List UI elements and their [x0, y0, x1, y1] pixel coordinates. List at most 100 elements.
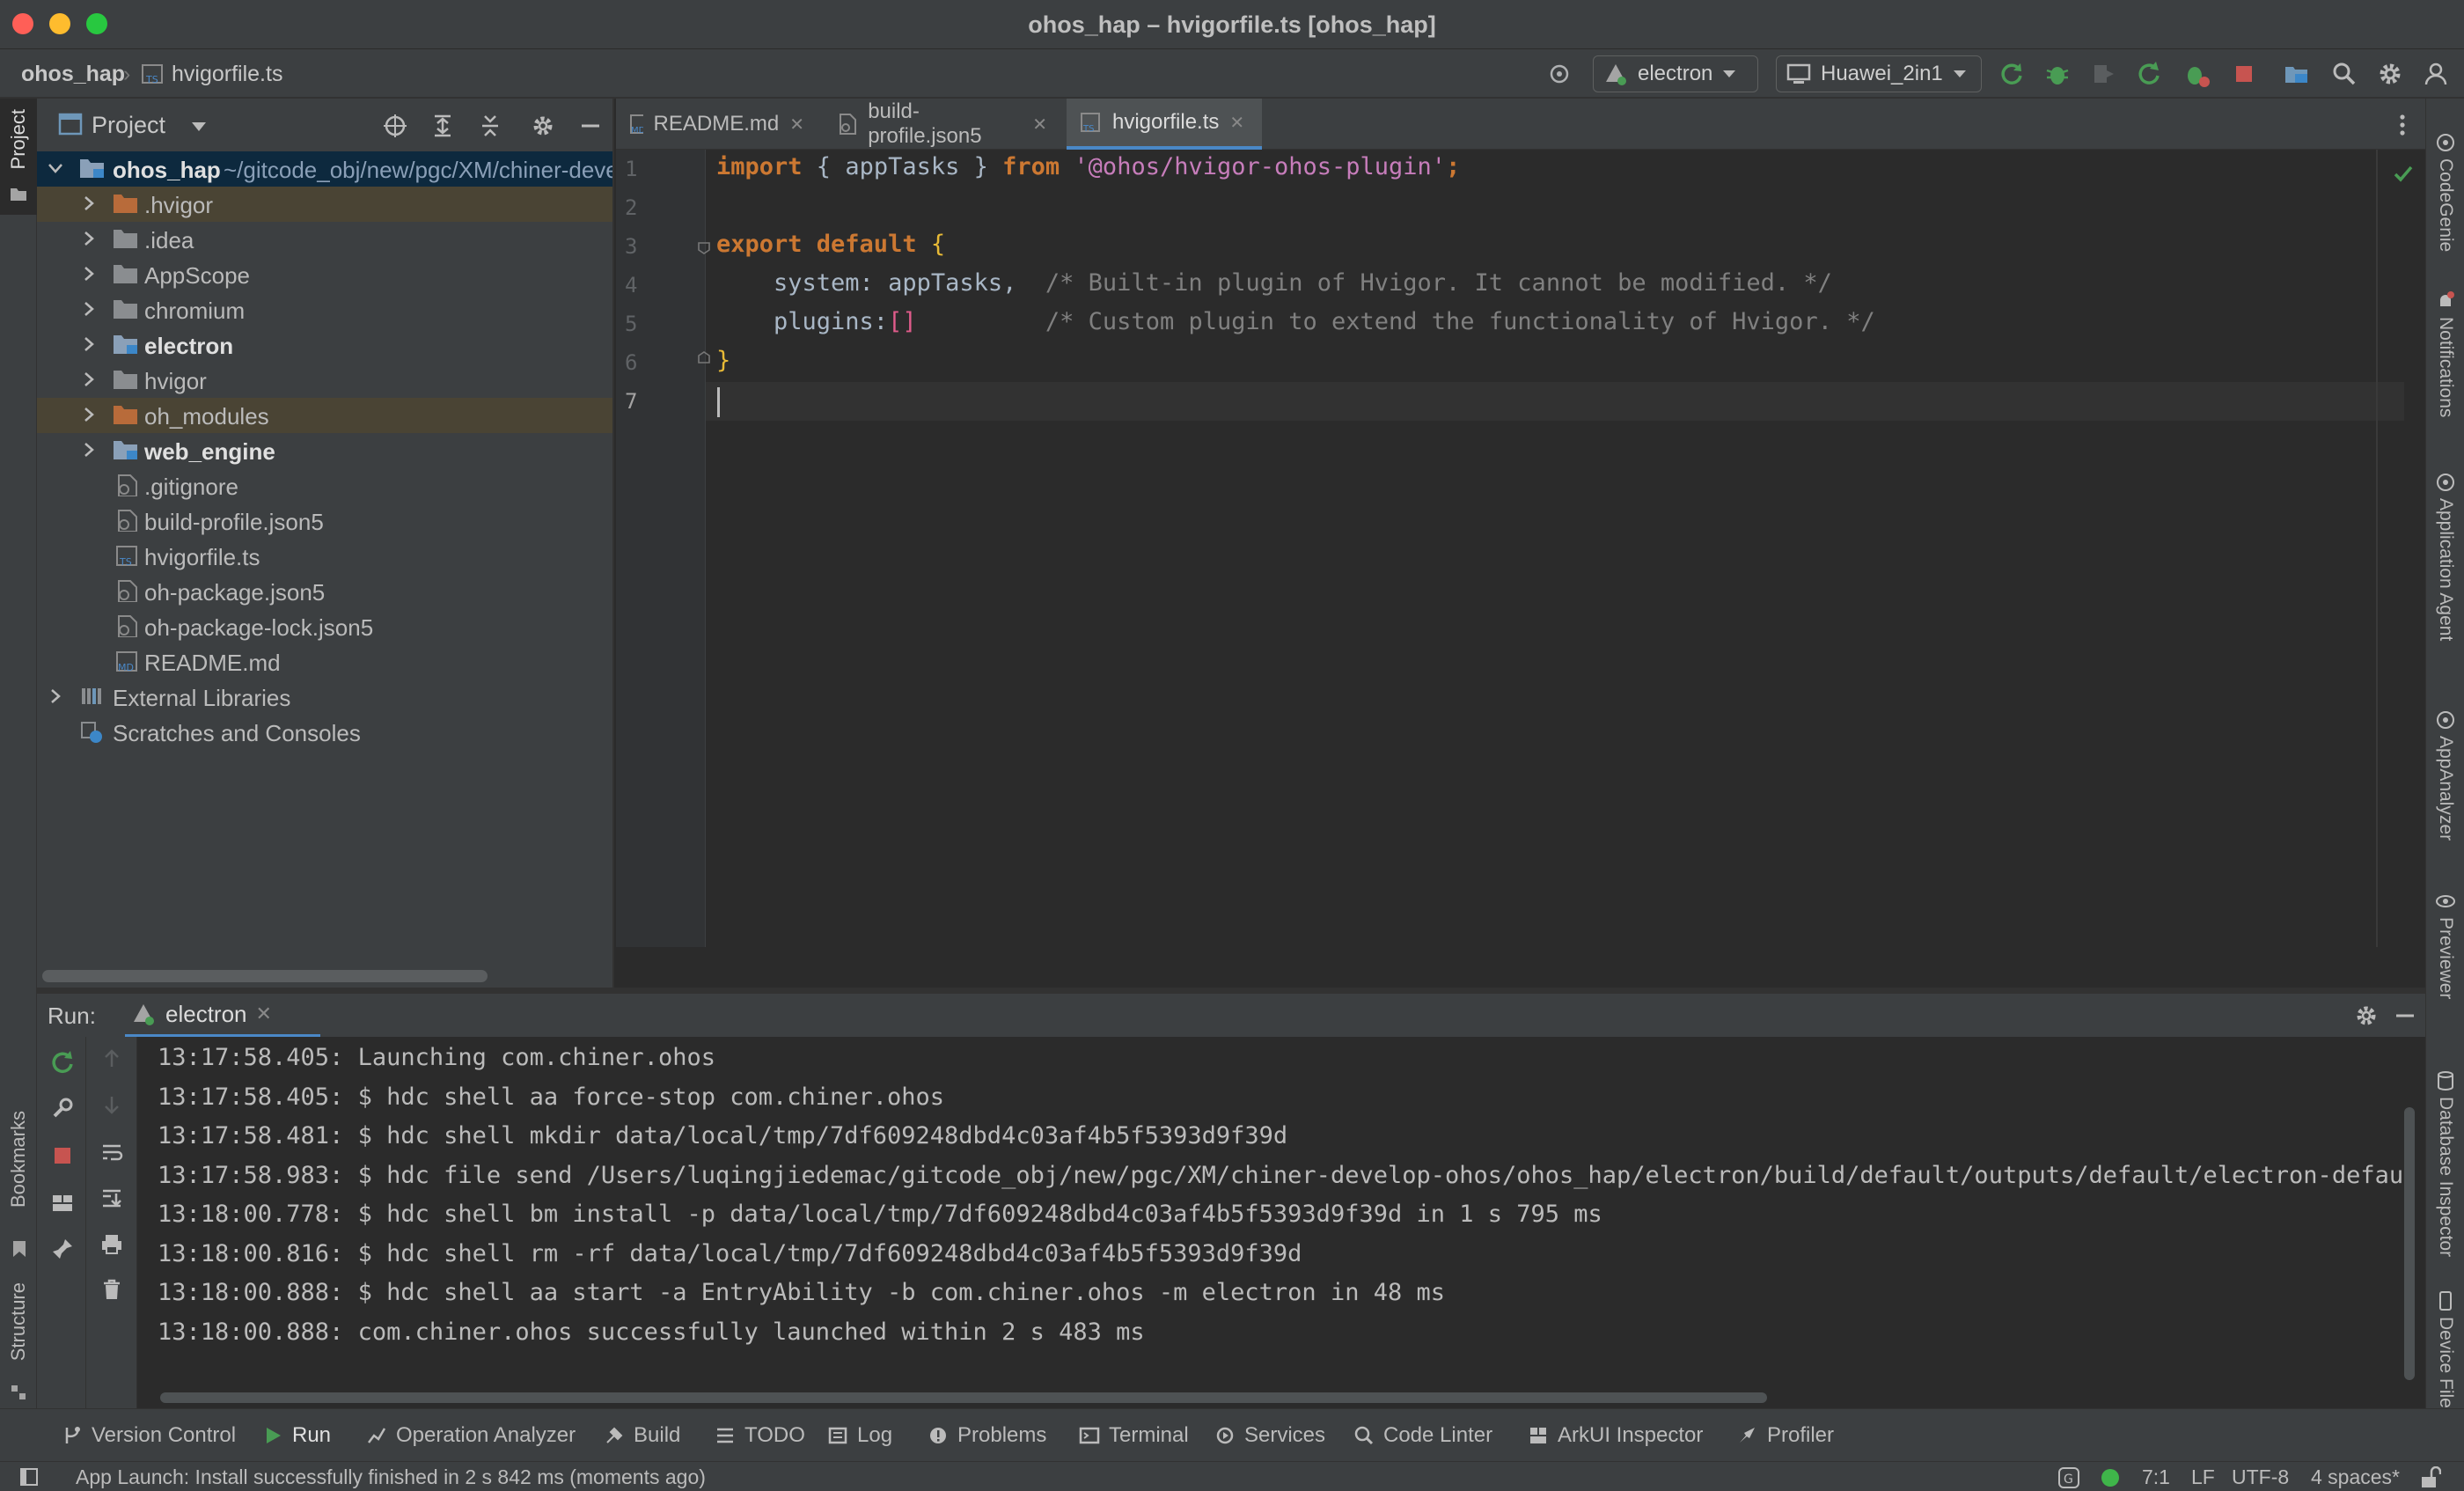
- right-tool-codegenie[interactable]: CodeGenie: [2426, 132, 2464, 252]
- tree-item[interactable]: .idea: [37, 222, 612, 257]
- bookmarks-tool-button[interactable]: Bookmarks: [0, 1111, 37, 1269]
- tree-horizontal-scrollbar[interactable]: [42, 970, 488, 982]
- arrow-down-icon[interactable]: [100, 1093, 123, 1116]
- arrow-up-icon[interactable]: [100, 1047, 123, 1070]
- hot-reload-icon[interactable]: [2182, 60, 2211, 88]
- tool-window-run[interactable]: Run: [262, 1423, 331, 1448]
- tree-item[interactable]: build-profile.json5: [37, 503, 612, 539]
- tool-window-build[interactable]: Build: [604, 1423, 680, 1448]
- locate-file-icon[interactable]: [382, 113, 408, 139]
- tree-root-ohos-hap[interactable]: ohos_hap ~/gitcode_obj/new/pgc/XM/chiner…: [37, 151, 612, 187]
- tree-scratches-consoles[interactable]: Scratches and Consoles: [37, 715, 612, 750]
- close-tab-icon[interactable]: ✕: [1229, 112, 1244, 134]
- lock-open-icon[interactable]: [2418, 1466, 2441, 1489]
- layout-icon[interactable]: [49, 1190, 76, 1216]
- chevron-down-icon[interactable]: [190, 121, 208, 133]
- right-tool-database-inspector[interactable]: Database Inspector: [2426, 1070, 2464, 1257]
- tree-item[interactable]: web_engine: [37, 433, 612, 468]
- tree-external-libraries[interactable]: External Libraries: [37, 679, 612, 715]
- scroll-to-end-icon[interactable]: [100, 1186, 123, 1209]
- editor-tab[interactable]: build-profile.json5 ✕: [824, 99, 1060, 150]
- file-encoding[interactable]: UTF-8: [2232, 1465, 2289, 1489]
- device-select[interactable]: Huawei_2in1: [1776, 55, 1982, 92]
- close-tab-icon[interactable]: ✕: [1032, 114, 1047, 136]
- close-tab-icon[interactable]: ✕: [256, 1003, 272, 1025]
- chevron-right-icon[interactable]: [81, 371, 97, 387]
- wrench-icon[interactable]: [49, 1095, 76, 1121]
- soft-wrap-icon[interactable]: [100, 1141, 123, 1164]
- chevron-right-icon[interactable]: [48, 688, 63, 704]
- chevron-right-icon[interactable]: [81, 301, 97, 317]
- collapse-all-icon[interactable]: [477, 113, 503, 139]
- gear-icon[interactable]: [530, 113, 556, 139]
- breadcrumb-file[interactable]: hvigorfile.ts: [172, 62, 282, 87]
- apply-changes-icon[interactable]: [2135, 60, 2163, 88]
- tool-window-log[interactable]: Log: [827, 1423, 892, 1448]
- caret-position[interactable]: 7:1: [2142, 1465, 2170, 1489]
- pin-icon[interactable]: [49, 1236, 76, 1262]
- stop-icon[interactable]: [2230, 60, 2258, 88]
- rerun-icon[interactable]: [1998, 60, 2026, 88]
- tool-window-operation-analyzer[interactable]: Operation Analyzer: [366, 1423, 576, 1448]
- tool-window-code-linter[interactable]: Code Linter: [1353, 1423, 1492, 1448]
- right-tool-device-file[interactable]: Device File: [2426, 1290, 2464, 1408]
- settings-gear-icon[interactable]: [2376, 60, 2404, 88]
- gear-icon[interactable]: [2353, 1003, 2380, 1029]
- chevron-right-icon[interactable]: [81, 336, 97, 352]
- breadcrumb-project[interactable]: ohos_hap: [21, 62, 125, 87]
- tool-window-problems[interactable]: Problems: [928, 1423, 1046, 1448]
- chevron-right-icon[interactable]: [81, 442, 97, 458]
- inspection-ok-checkmark-icon[interactable]: [2392, 162, 2415, 185]
- tree-item[interactable]: oh_modules: [37, 398, 612, 433]
- line-ending[interactable]: LF: [2191, 1465, 2215, 1489]
- attach-debugger-icon[interactable]: [2089, 60, 2117, 88]
- stop-icon[interactable]: [49, 1142, 76, 1169]
- tree-item[interactable]: oh-package.json5: [37, 574, 612, 609]
- tree-item[interactable]: MD README.md: [37, 644, 612, 679]
- tool-window-todo[interactable]: TODO: [715, 1423, 805, 1448]
- structure-tool-button[interactable]: Structure: [0, 1282, 37, 1406]
- fold-marker-icon[interactable]: [697, 241, 711, 255]
- tool-window-version-control[interactable]: Version Control: [62, 1423, 236, 1448]
- status-message[interactable]: App Launch: Install successfully finishe…: [76, 1465, 706, 1489]
- editor-tab[interactable]: TS hvigorfile.ts ✕: [1067, 99, 1262, 150]
- code-editor[interactable]: 1 2 3 4 5 6 7 import { appTasks } from '@ohos/…: [616, 150, 2425, 947]
- expand-all-icon[interactable]: [429, 113, 456, 139]
- tree-item[interactable]: AppScope: [37, 257, 612, 292]
- console-horizontal-scrollbar[interactable]: [160, 1392, 1767, 1403]
- tree-item[interactable]: TS hvigorfile.ts: [37, 539, 612, 574]
- tree-item[interactable]: .gitignore: [37, 468, 612, 503]
- search-icon[interactable]: [2330, 60, 2358, 88]
- run-tab-electron[interactable]: electron ✕: [125, 994, 320, 1038]
- connection-status-icon[interactable]: [2100, 1467, 2121, 1488]
- right-tool-appanalyzer[interactable]: AppAnalyzer: [2426, 709, 2464, 841]
- tool-window-arkui-inspector[interactable]: ArkUI Inspector: [1528, 1423, 1703, 1448]
- print-icon[interactable]: [100, 1232, 123, 1255]
- minimize-panel-icon[interactable]: [577, 113, 604, 139]
- tool-window-profiler[interactable]: Profiler: [1737, 1423, 1834, 1448]
- close-tab-icon[interactable]: ✕: [789, 114, 804, 136]
- chevron-right-icon[interactable]: [81, 266, 97, 282]
- layout-toggle-icon[interactable]: [19, 1467, 39, 1487]
- indent-setting[interactable]: 4 spaces*: [2311, 1465, 2400, 1489]
- tree-item[interactable]: oh-package-lock.json5: [37, 609, 612, 644]
- minimize-panel-icon[interactable]: [2392, 1003, 2418, 1029]
- tree-item[interactable]: .hvigor: [37, 187, 612, 222]
- right-tool-notifications[interactable]: Notifications: [2426, 290, 2464, 417]
- fold-marker-icon[interactable]: [697, 350, 711, 364]
- tree-item[interactable]: electron: [37, 327, 612, 363]
- run-config-select[interactable]: electron: [1593, 55, 1758, 92]
- locate-target-icon[interactable]: [1545, 60, 1573, 88]
- tool-window-services[interactable]: Services: [1214, 1423, 1325, 1448]
- tool-window-terminal[interactable]: Terminal: [1079, 1423, 1189, 1448]
- right-tool-previewer[interactable]: Previewer: [2426, 891, 2464, 999]
- chevron-right-icon[interactable]: [81, 195, 97, 211]
- editor-tab[interactable]: MD README.md ✕: [616, 99, 817, 150]
- account-icon[interactable]: [2422, 60, 2450, 88]
- more-options-icon[interactable]: [2394, 113, 2411, 137]
- run-console[interactable]: 13:17:58.405: Launching com.chiner.ohos 1…: [37, 1037, 2425, 1408]
- chevron-right-icon[interactable]: [81, 231, 97, 246]
- rerun-icon[interactable]: [49, 1049, 76, 1076]
- debug-icon[interactable]: [2043, 60, 2072, 88]
- tree-item[interactable]: hvigor: [37, 363, 612, 398]
